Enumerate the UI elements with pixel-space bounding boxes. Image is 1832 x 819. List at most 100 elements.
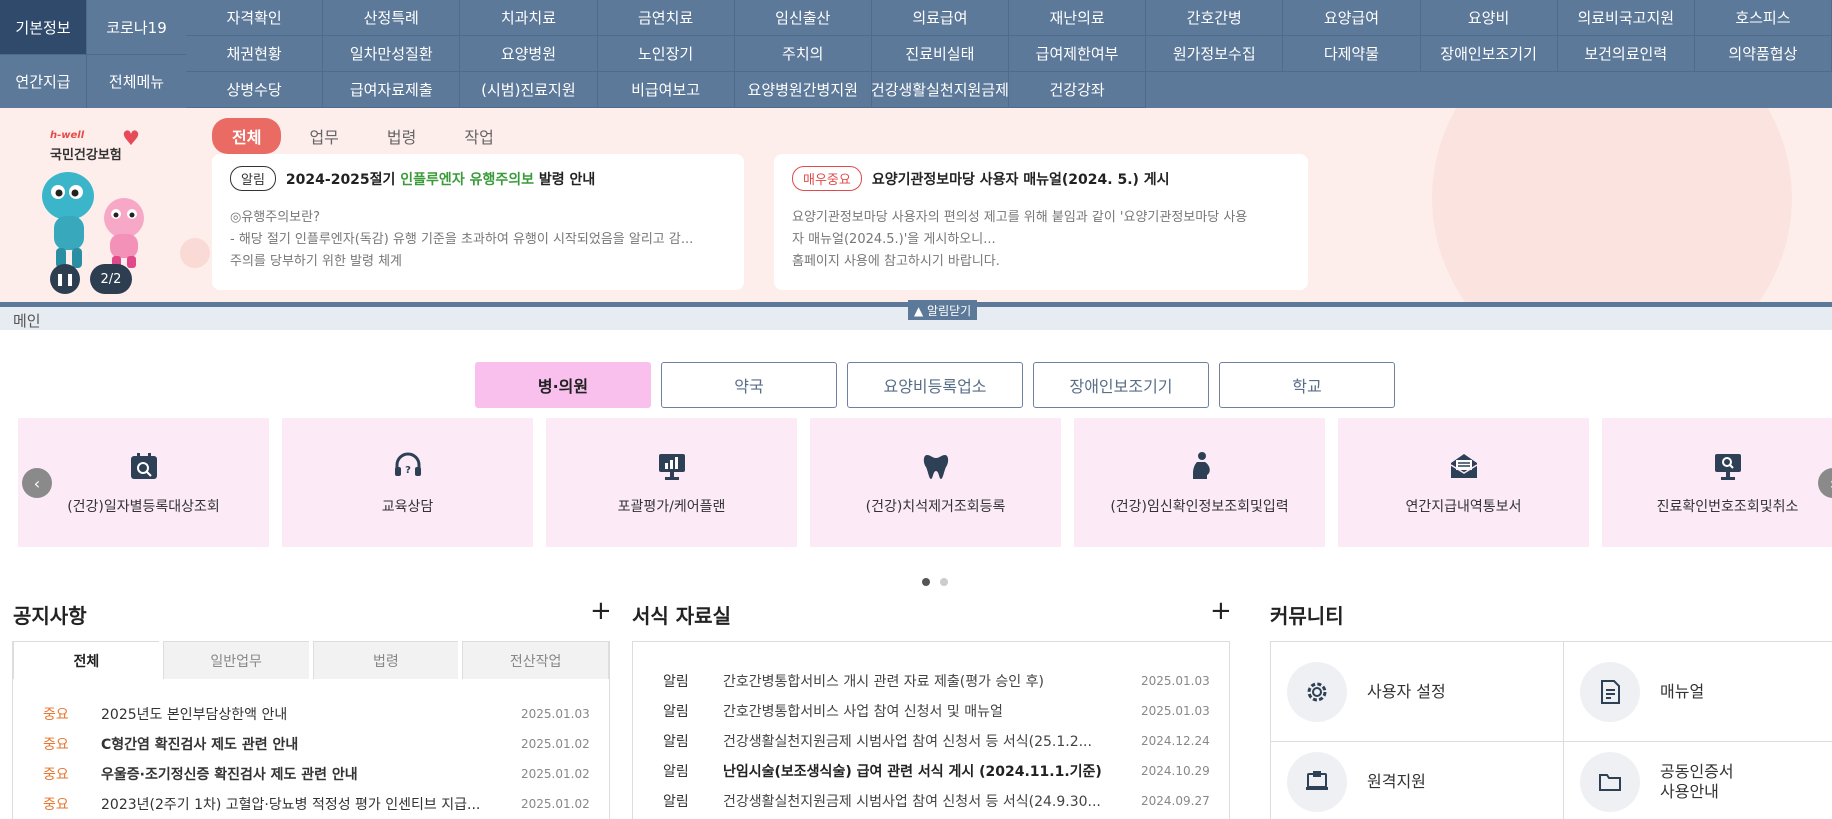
nav-item[interactable]: 의료급여	[871, 0, 1009, 36]
nav-item[interactable]: 재난의료	[1009, 0, 1147, 36]
menu-basic-info[interactable]: 기본정보	[0, 0, 86, 54]
remote-support-link[interactable]: 원격지원	[1271, 742, 1564, 819]
nav-item[interactable]: 의료비국고지원	[1557, 0, 1695, 36]
logo-subtext: h-well	[50, 130, 85, 141]
notice-row[interactable]: 중요 C형간염 확진검사 제도 관련 안내 2025.01.02	[13, 729, 609, 759]
form-category: 알림	[663, 734, 689, 750]
quick-link[interactable]: 연간지급내역통보서	[1338, 418, 1589, 547]
nav-item[interactable]: 보건의료인력	[1557, 36, 1695, 72]
nav-item[interactable]: 간호간병	[1146, 0, 1284, 36]
tab-assistive-devices[interactable]: 장애인보조기기	[1033, 362, 1209, 408]
important-badge: 중요	[43, 797, 69, 813]
document-icon	[1580, 661, 1640, 722]
form-date: 2024.10.29	[1141, 764, 1210, 778]
nav-item[interactable]: 요양급여	[1283, 0, 1421, 36]
banner-tab-all[interactable]: 전체	[212, 118, 282, 154]
form-row[interactable]: 알림 간호간병통합서비스 사업 참여 신청서 및 매뉴얼 2025.01.03	[633, 696, 1229, 726]
form-text: 건강생활실천지원금제 시범사업 참여 신청서 등 서식(25.1.2...	[723, 734, 1092, 750]
banner-tab-task[interactable]: 작업	[444, 118, 513, 154]
banner-tab-law[interactable]: 법령	[367, 118, 436, 154]
form-row[interactable]: 알림 난임시술(보조생식술) 급여 관련 서식 게시 (2024.11.1.기준…	[633, 756, 1229, 786]
nav-item[interactable]: 요양병원간병지원	[734, 72, 872, 108]
notice-tab-law[interactable]: 법령	[312, 641, 459, 679]
nav-item[interactable]: 다제약물	[1283, 36, 1421, 72]
form-row[interactable]: 알림 건강생활실천지원금제 시범사업 참여 신청서 등 서식(24.9.30..…	[633, 786, 1229, 816]
nav-item[interactable]: (시범)진료지원	[460, 72, 598, 108]
quick-link[interactable]: 포괄평가/케어플랜	[546, 418, 797, 547]
nav-item[interactable]: 비급여보고	[597, 72, 735, 108]
quick-link[interactable]: (건강)치석제거조회등록	[810, 418, 1061, 547]
nav-item[interactable]: 의약품협상	[1694, 36, 1832, 72]
notice-tag: 알림	[230, 166, 276, 191]
pause-icon: ❚❚	[54, 272, 76, 286]
form-date: 2025.01.03	[1141, 704, 1210, 718]
menu-all[interactable]: 전체메뉴	[86, 54, 186, 108]
notice-row[interactable]: 중요 우울증·조기정신증 확진검사 제도 관련 안내 2025.01.02	[13, 759, 609, 789]
nav-item[interactable]: 일차만성질환	[323, 36, 461, 72]
nav-item[interactable]: 호스피스	[1694, 0, 1832, 36]
main-breadcrumb-bar: 메인 ▲ 알림닫기	[0, 300, 1832, 330]
form-row[interactable]: 알림 건강생활실천지원금제 시범사업 참여 신청서 등 서식(25.1.2...…	[633, 726, 1229, 756]
banner-card-influenza[interactable]: 알림 2024-2025절기 인플루엔자 유행주의보 발령 안내 ◎유행주의보란…	[212, 154, 744, 290]
forms-more-button[interactable]: +	[1210, 596, 1232, 626]
nav-item[interactable]: 채권현황	[186, 36, 324, 72]
notice-row[interactable]: 중요 2023년(2주기 1차) 고혈압·당뇨병 적정성 평가 인센티브 지급.…	[13, 789, 609, 819]
nav-item[interactable]: 자격확인	[186, 0, 324, 36]
quick-link[interactable]: ? 교육상담	[282, 418, 533, 547]
pause-button[interactable]: ❚❚	[50, 264, 80, 294]
quick-link[interactable]: (건강)임신확인정보조회및입력	[1074, 418, 1325, 547]
notice-tab-it[interactable]: 전산작업	[462, 641, 609, 679]
nav-item[interactable]: 요양비	[1420, 0, 1558, 36]
nav-item[interactable]: 노인장기	[597, 36, 735, 72]
close-alert-button[interactable]: ▲ 알림닫기	[908, 300, 978, 320]
banner-decoration	[1432, 108, 1792, 302]
community-label-line: 사용안내	[1660, 782, 1719, 801]
remote-support-icon	[1287, 752, 1347, 812]
nav-item[interactable]: 건강생활실천지원금제	[871, 72, 1009, 108]
notice-more-button[interactable]: +	[590, 596, 612, 626]
certificate-guide-link[interactable]: 공동인증서 사용안내	[1564, 742, 1832, 819]
tab-pharmacy[interactable]: 약국	[661, 362, 837, 408]
notice-row[interactable]: 중요 2025년도 본인부담상한액 안내 2025.01.03	[13, 699, 609, 729]
nav-item[interactable]: 산정특례	[323, 0, 461, 36]
menu-covid19[interactable]: 코로나19	[86, 0, 186, 54]
tab-school[interactable]: 학교	[1219, 362, 1395, 408]
form-date: 2024.12.24	[1141, 734, 1210, 748]
urgent-tag: 매우중요	[792, 166, 862, 191]
form-row[interactable]: 알림 간호간병통합서비스 개시 관련 자료 제출(평가 승인 후) 2025.0…	[633, 666, 1229, 696]
carousel-dot[interactable]	[940, 578, 948, 586]
notice-text: 2023년(2주기 1차) 고혈압·당뇨병 적정성 평가 인센티브 지급...	[101, 797, 481, 813]
menu-annual-payment[interactable]: 연간지급	[0, 54, 86, 108]
form-text: 건강생활실천지원금제 시범사업 참여 신청서 등 서식(24.9.30...	[723, 794, 1101, 810]
user-settings-link[interactable]: 사용자 설정	[1271, 642, 1564, 742]
nav-item[interactable]: 원가정보수집	[1146, 36, 1284, 72]
notice-tab-general[interactable]: 일반업무	[162, 641, 309, 679]
carousel-prev-button[interactable]: ‹	[22, 468, 52, 498]
banner-card-line: 홈페이지 사용에 참고하시기 바랍니다.	[792, 254, 1000, 269]
nav-item[interactable]: 건강강좌	[1009, 72, 1147, 108]
nav-item[interactable]: 진료비실태	[871, 36, 1009, 72]
carousel-dot[interactable]	[922, 578, 930, 586]
quick-link[interactable]: (건강)일자별등록대상조회	[18, 418, 269, 547]
tab-hospital[interactable]: 병·의원	[475, 362, 651, 408]
tab-care-registered[interactable]: 요양비등록업소	[847, 362, 1023, 408]
nav-item[interactable]: 급여자료제출	[323, 72, 461, 108]
nav-item[interactable]: 요양병원	[460, 36, 598, 72]
banner-card-line: 자 매뉴얼(2024.5.)'을 게시하오니...	[792, 232, 996, 247]
important-badge: 중요	[43, 767, 69, 783]
banner-card-manual[interactable]: 매우중요 요양기관정보마당 사용자 매뉴얼(2024. 5.) 게시 요양기관정…	[774, 154, 1308, 290]
form-date: 2025.01.03	[1141, 674, 1210, 688]
nav-item[interactable]: 장애인보조기기	[1420, 36, 1558, 72]
banner-tab-work[interactable]: 업무	[289, 118, 358, 154]
nav-item[interactable]: 급여제한여부	[1009, 36, 1147, 72]
quick-link[interactable]: 진료확인번호조회및취소	[1602, 418, 1832, 547]
nav-item[interactable]: 상병수당	[186, 72, 324, 108]
notice-tab-all[interactable]: 전체	[13, 641, 159, 679]
nav-item[interactable]: 금연치료	[597, 0, 735, 36]
nav-item[interactable]: 임신출산	[734, 0, 872, 36]
calendar-search-icon	[128, 450, 160, 482]
nav-item[interactable]: 주치의	[734, 36, 872, 72]
manual-link[interactable]: 매뉴얼	[1564, 642, 1832, 742]
form-category: 알림	[663, 704, 689, 720]
nav-item[interactable]: 치과치료	[460, 0, 598, 36]
